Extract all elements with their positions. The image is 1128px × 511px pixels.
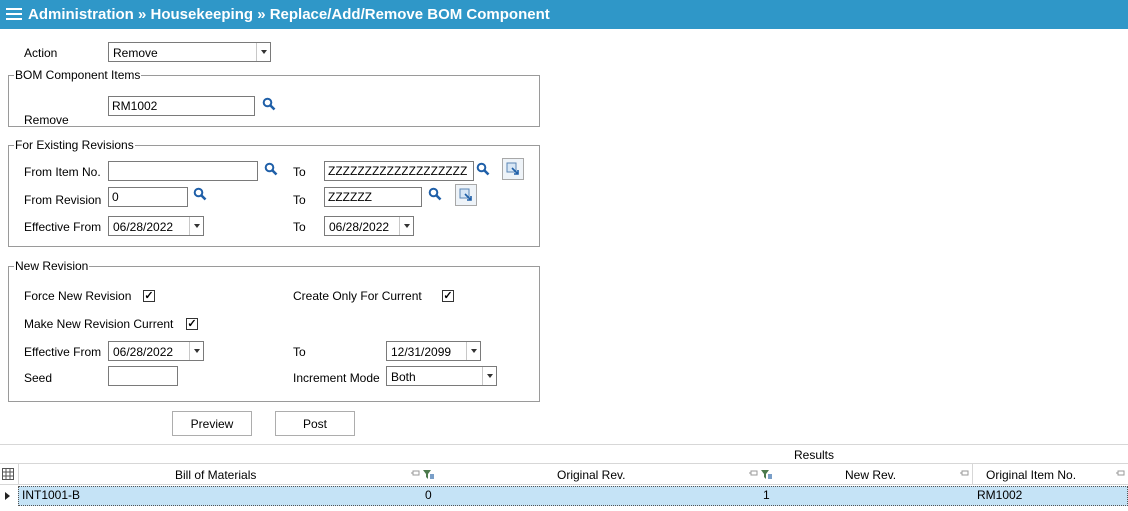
chevron-down-icon[interactable] bbox=[256, 43, 270, 61]
chevron-down-icon[interactable] bbox=[189, 217, 203, 235]
to-item-label: To bbox=[293, 165, 306, 179]
breadcrumb: Administration » Housekeeping » Replace/… bbox=[28, 6, 550, 23]
from-item-field[interactable] bbox=[108, 161, 258, 181]
results-column-headers: Bill of Materials Original Rev. New Rev.… bbox=[0, 463, 1128, 485]
effective-to-value: 06/28/2022 bbox=[329, 220, 390, 234]
force-new-revision-label: Force New Revision bbox=[24, 289, 132, 303]
search-icon[interactable] bbox=[262, 97, 276, 111]
action-select[interactable]: Remove bbox=[108, 42, 271, 62]
menu-icon[interactable] bbox=[6, 8, 22, 21]
fill-range-button[interactable] bbox=[502, 158, 524, 180]
fill-down-icon bbox=[459, 188, 472, 201]
new-effective-from-label: Effective From bbox=[24, 345, 102, 359]
seed-label: Seed bbox=[24, 371, 53, 385]
chevron-down-icon[interactable] bbox=[466, 342, 480, 360]
column-header-label: New Rev. bbox=[845, 468, 897, 482]
from-revision-field[interactable]: 0 bbox=[108, 187, 188, 207]
action-select-value: Remove bbox=[113, 46, 158, 60]
from-item-label: From Item No. bbox=[24, 165, 101, 179]
fill-down-icon bbox=[506, 162, 519, 175]
preview-button[interactable]: Preview bbox=[172, 411, 252, 436]
selected-row-background bbox=[18, 486, 1128, 506]
chevron-down-icon[interactable] bbox=[399, 217, 413, 235]
create-only-for-current-label: Create Only For Current bbox=[293, 289, 422, 303]
increment-mode-select[interactable]: Both bbox=[386, 366, 497, 386]
column-header-bill-of-materials[interactable]: Bill of Materials bbox=[18, 464, 420, 485]
group-legend: BOM Component Items bbox=[14, 68, 142, 82]
cell-new-rev: 1 bbox=[763, 488, 770, 502]
increment-mode-label: Increment Mode bbox=[293, 371, 380, 385]
results-title: Results bbox=[794, 448, 835, 462]
results-header: Results bbox=[0, 444, 1128, 463]
column-header-original-item-no[interactable]: Original Item No. bbox=[972, 464, 1127, 485]
grid-menu-icon[interactable] bbox=[2, 468, 14, 480]
effective-from-value: 06/28/2022 bbox=[113, 220, 174, 234]
effective-to-label: To bbox=[293, 220, 306, 234]
group-legend: For Existing Revisions bbox=[14, 138, 135, 152]
new-effective-to-label: To bbox=[293, 345, 306, 359]
effective-to-date[interactable]: 06/28/2022 bbox=[324, 216, 414, 236]
filter-icon[interactable] bbox=[423, 469, 434, 480]
increment-mode-value: Both bbox=[391, 370, 416, 384]
pin-icon[interactable] bbox=[411, 470, 420, 477]
search-icon[interactable] bbox=[428, 187, 442, 201]
column-header-label: Bill of Materials bbox=[175, 468, 257, 482]
cell-original-item-no: RM1002 bbox=[977, 488, 1023, 502]
new-effective-to-value: 12/31/2099 bbox=[391, 345, 452, 359]
title-bar: Administration » Housekeeping » Replace/… bbox=[0, 0, 1128, 29]
post-button[interactable]: Post bbox=[275, 411, 355, 436]
search-icon[interactable] bbox=[476, 162, 490, 176]
action-label: Action bbox=[24, 46, 58, 60]
new-effective-from-date[interactable]: 06/28/2022 bbox=[108, 341, 204, 361]
column-header-original-rev[interactable]: Original Rev. bbox=[436, 464, 758, 485]
chevron-down-icon[interactable] bbox=[482, 367, 496, 385]
seed-field[interactable] bbox=[108, 366, 178, 386]
pin-icon[interactable] bbox=[749, 470, 758, 477]
pin-icon[interactable] bbox=[960, 470, 969, 477]
search-icon[interactable] bbox=[264, 162, 278, 176]
to-revision-field[interactable]: ZZZZZZ bbox=[324, 187, 422, 207]
search-icon[interactable] bbox=[193, 187, 207, 201]
fill-range-button[interactable] bbox=[455, 184, 477, 206]
new-effective-to-date[interactable]: 12/31/2099 bbox=[386, 341, 481, 361]
table-row[interactable]: INT1001-B 0 1 RM1002 bbox=[0, 486, 1128, 506]
from-revision-label: From Revision bbox=[24, 193, 102, 207]
filter-icon[interactable] bbox=[761, 469, 772, 480]
to-revision-label: To bbox=[293, 193, 306, 207]
pin-icon[interactable] bbox=[1116, 470, 1125, 477]
effective-from-label: Effective From bbox=[24, 220, 102, 234]
row-selector-icon[interactable] bbox=[5, 492, 10, 500]
column-header-new-rev[interactable]: New Rev. bbox=[774, 464, 972, 485]
remove-label: Remove bbox=[24, 113, 69, 127]
force-new-revision-checkbox[interactable]: ✓ bbox=[143, 290, 155, 302]
remove-component-field[interactable]: RM1002 bbox=[108, 96, 255, 116]
column-header-label: Original Item No. bbox=[986, 468, 1077, 482]
cell-bill-of-materials: INT1001-B bbox=[22, 488, 81, 502]
column-header-label: Original Rev. bbox=[557, 468, 626, 482]
new-effective-from-value: 06/28/2022 bbox=[113, 345, 174, 359]
make-current-label: Make New Revision Current bbox=[24, 317, 174, 331]
to-item-field[interactable]: ZZZZZZZZZZZZZZZZZZZ bbox=[324, 161, 474, 181]
effective-from-date[interactable]: 06/28/2022 bbox=[108, 216, 204, 236]
create-only-for-current-checkbox[interactable]: ✓ bbox=[442, 290, 454, 302]
cell-original-rev: 0 bbox=[425, 488, 432, 502]
chevron-down-icon[interactable] bbox=[189, 342, 203, 360]
group-legend: New Revision bbox=[14, 259, 90, 273]
make-current-checkbox[interactable]: ✓ bbox=[186, 318, 198, 330]
